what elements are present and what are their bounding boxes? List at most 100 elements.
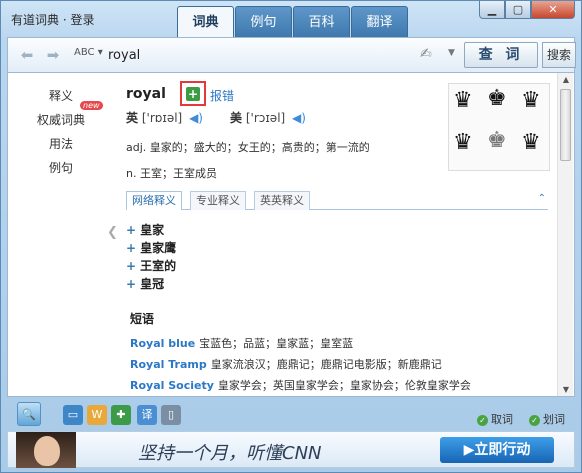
collapse-nav-icon[interactable]: ❮ <box>107 225 118 240</box>
web-def-text: 王室的 <box>140 259 177 273</box>
input-language-selector[interactable]: ABC ▾ <box>74 47 103 58</box>
scroll-up-icon[interactable]: ▲ <box>558 75 574 84</box>
tab-professional-definitions[interactable]: 专业释义 <box>190 191 246 210</box>
us-pronunciation: 美 ['rɔɪəl] ◀) <box>230 109 306 126</box>
web-search-button[interactable]: 搜索 <box>542 42 576 68</box>
us-speaker-icon[interactable]: ◀) <box>292 111 306 125</box>
nav-item-usage[interactable]: 用法 <box>26 135 96 152</box>
uk-pronunciation: 英 ['rɒɪəl] ◀) <box>126 109 203 126</box>
tab-english-definitions[interactable]: 英英释义 <box>254 191 310 210</box>
magnifier-icon[interactable]: 🔍 <box>17 402 41 426</box>
tab-encyclopedia[interactable]: 百科 <box>293 6 350 37</box>
chevron-down-icon: ▾ <box>97 47 103 58</box>
nav-item-examples[interactable]: 例句 <box>26 159 96 176</box>
expand-plus-icon[interactable]: + <box>126 241 136 255</box>
expand-plus-icon[interactable]: + <box>126 259 136 273</box>
translate-icon[interactable]: 译 <box>137 405 157 425</box>
maximize-button[interactable]: ▢ <box>505 1 531 19</box>
minimize-icon: ▁ <box>487 3 497 16</box>
phrase-link[interactable]: Royal Tramp <box>130 358 207 371</box>
tab-examples[interactable]: 例句 <box>235 6 292 37</box>
crown-image[interactable]: ♛ ♚ ♛ ♛ ♚ ♛ <box>448 83 550 171</box>
back-arrow-icon[interactable]: ⬅ <box>18 46 36 64</box>
lookup-button[interactable]: 查 词 <box>464 42 538 68</box>
uk-label: 英 <box>126 111 139 125</box>
uk-speaker-icon[interactable]: ◀) <box>189 111 203 125</box>
close-icon: ✕ <box>548 3 558 16</box>
web-def-item: + 皇冠 <box>126 275 164 292</box>
expand-plus-icon[interactable]: + <box>126 223 136 237</box>
collapse-section-icon[interactable]: ⌃ <box>538 193 546 204</box>
window-controls: ▁ ▢ ✕ <box>479 1 575 19</box>
crown-icon: ♛ <box>521 88 541 113</box>
search-input[interactable] <box>108 43 398 67</box>
handwriting-dropdown-icon[interactable]: ▼ <box>448 48 455 58</box>
capture-word-label: 取词 <box>491 413 513 426</box>
phrase-link[interactable]: Royal blue <box>130 337 195 350</box>
scroll-down-icon[interactable]: ▼ <box>558 385 574 394</box>
check-icon: ✓ <box>477 415 488 426</box>
phrase-translation: 皇家流浪汉；鹿鼎记；鹿鼎记电影版；新鹿鼎记 <box>210 358 442 371</box>
report-error-link[interactable]: 报错 <box>210 87 234 104</box>
tab-dictionary[interactable]: 词典 <box>177 6 234 37</box>
abc-label: ABC <box>74 47 95 58</box>
definition-noun: n. 王室；王室成员 <box>126 167 217 180</box>
capture-word-toggle[interactable]: ✓ 取词 <box>477 411 513 427</box>
nav-item-authoritative[interactable]: 权威词典 <box>26 111 96 128</box>
title-bar: 有道词典 · 登录 词典 例句 百科 翻译 ▁ ▢ ✕ <box>1 1 581 37</box>
crown-icon: ♚ <box>487 128 507 153</box>
tab-translate[interactable]: 翻译 <box>351 6 408 37</box>
puzzle-icon[interactable]: ✚ <box>111 405 131 425</box>
crown-icon: ♛ <box>453 130 473 155</box>
web-def-text: 皇冠 <box>140 277 165 291</box>
left-nav: 释义 权威词典 new 用法 例句 <box>8 73 104 396</box>
add-to-wordbook-button[interactable]: + <box>180 81 206 106</box>
headword: royal <box>126 86 166 102</box>
web-def-text: 皇家鹰 <box>140 241 177 255</box>
bottom-toolbar: 🔍 ▭ W ✚ 译 ▯ ✓ 取词 ✓ 划词 <box>7 398 575 430</box>
us-ipa: ['rɔɪəl] <box>245 111 286 125</box>
phrase-translation: 皇家学会；英国皇家学会；皇家协会；伦敦皇家学会 <box>217 379 471 392</box>
phrase-row: Royal Tramp 皇家流浪汉；鹿鼎记；鹿鼎记电影版；新鹿鼎记 <box>130 356 442 372</box>
new-badge: new <box>80 101 103 110</box>
select-word-toggle[interactable]: ✓ 划词 <box>529 411 565 427</box>
app-window: 有道词典 · 登录 词典 例句 百科 翻译 ▁ ▢ ✕ ⬅ ➡ ABC ▾ ✍ … <box>0 0 582 473</box>
ad-banner[interactable]: 坚持一个月，听懂CNN ▶立即行动 <box>7 431 575 468</box>
mobile-icon[interactable]: ▯ <box>161 405 181 425</box>
definition-subtabs: 网络释义 专业释义 英英释义 ⌃ <box>126 190 548 210</box>
add-wordbook-icon: + <box>186 86 200 101</box>
handwriting-icon[interactable]: ✍ <box>420 46 442 64</box>
expand-plus-icon[interactable]: + <box>126 277 136 291</box>
web-def-item: + 王室的 <box>126 257 176 274</box>
crown-icon: ♛ <box>521 130 541 155</box>
tab-web-definitions[interactable]: 网络释义 <box>126 191 182 210</box>
us-label: 美 <box>230 111 243 125</box>
main-tabs: 词典 例句 百科 翻译 <box>177 6 409 37</box>
ad-cta-button[interactable]: ▶立即行动 <box>440 437 554 463</box>
monitor-icon[interactable]: ▭ <box>63 405 83 425</box>
definition-adj: adj. 皇家的；盛大的；女王的；高贵的；第一流的 <box>126 141 370 154</box>
content-pane: 释义 权威词典 new 用法 例句 ❮ royal + 报错 英 ['rɒɪəl… <box>7 73 575 397</box>
phrases-heading: 短语 <box>130 312 155 326</box>
ad-photo <box>16 432 76 468</box>
phrase-row: Royal blue 宝蓝色；品蓝；皇家蓝；皇室蓝 <box>130 335 353 351</box>
wordbook-icon[interactable]: W <box>87 405 107 425</box>
forward-arrow-icon[interactable]: ➡ <box>44 46 62 64</box>
crown-icon: ♛ <box>453 88 473 113</box>
uk-ipa: ['rɒɪəl] <box>141 111 183 125</box>
search-bar: ⬅ ➡ ABC ▾ ✍ ▼ 查 词 搜索 <box>7 37 576 73</box>
close-button[interactable]: ✕ <box>531 1 575 19</box>
web-def-item: + 皇家 <box>126 221 164 238</box>
minimize-button[interactable]: ▁ <box>479 1 505 19</box>
web-def-text: 皇家 <box>140 223 165 237</box>
scroll-thumb[interactable] <box>560 89 571 161</box>
phrase-link[interactable]: Royal Society <box>130 379 214 392</box>
vertical-scrollbar[interactable]: ▲ ▼ <box>557 73 573 396</box>
check-icon: ✓ <box>529 415 540 426</box>
maximize-icon: ▢ <box>512 3 524 16</box>
crown-icon: ♚ <box>487 86 507 111</box>
phrase-row: Royal Society 皇家学会；英国皇家学会；皇家协会；伦敦皇家学会 <box>130 377 471 393</box>
web-def-item: + 皇家鹰 <box>126 239 176 256</box>
select-word-label: 划词 <box>543 413 565 426</box>
app-title[interactable]: 有道词典 · 登录 <box>11 11 94 28</box>
